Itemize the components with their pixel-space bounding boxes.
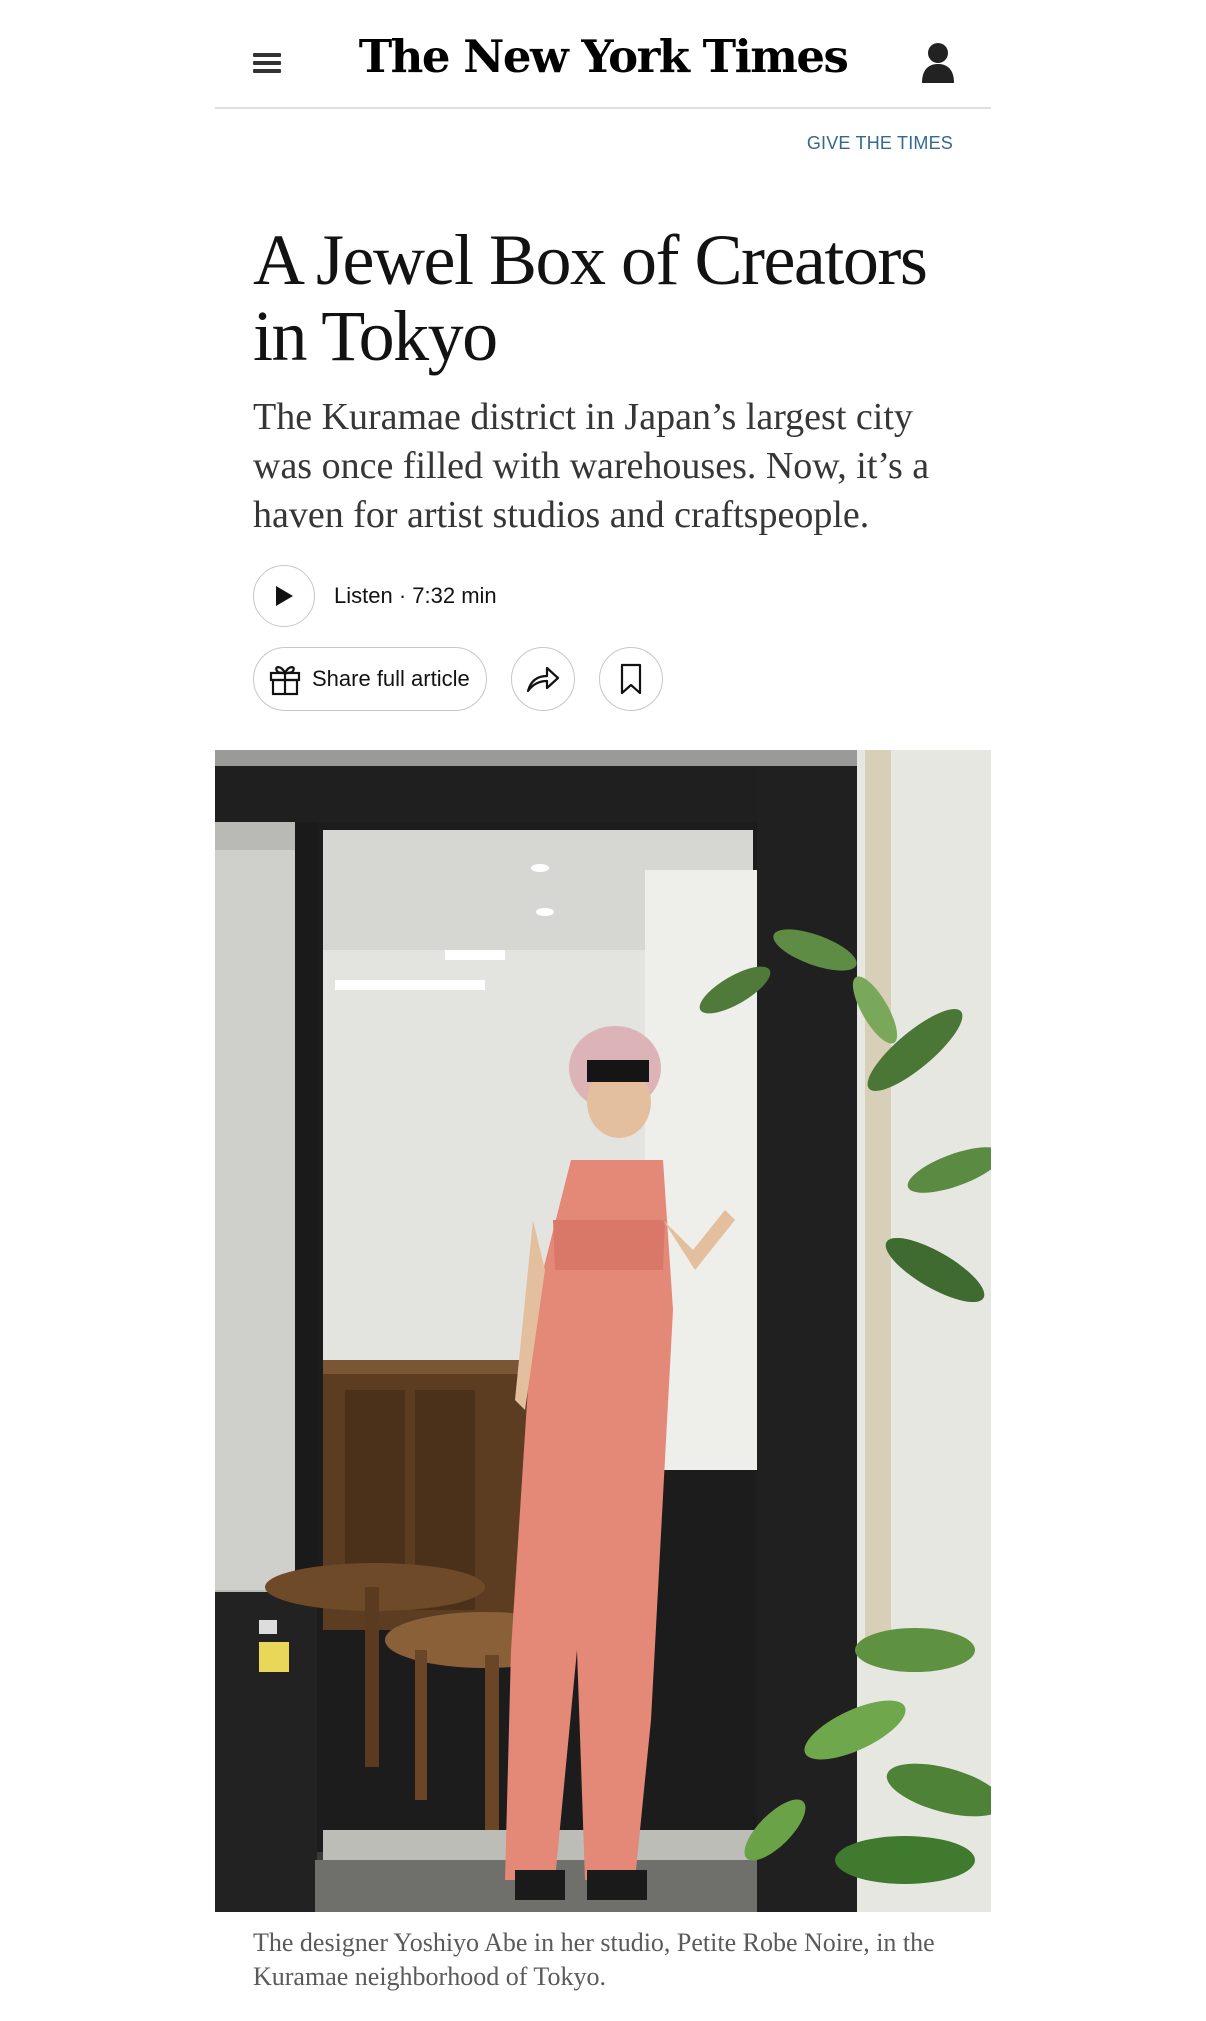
masthead: The New York Times — [215, 0, 991, 109]
share-arrow-icon — [526, 666, 559, 693]
article-column: The New York Times GIVE THE TIMES A Jewe… — [215, 0, 991, 2021]
user-account-icon[interactable] — [921, 42, 955, 84]
share-toolbar: Share full article — [253, 647, 663, 711]
bookmark-button[interactable] — [598, 647, 663, 711]
play-icon — [276, 586, 293, 606]
photo-caption: The designer Yoshiyo Abe in her studio, … — [253, 1928, 935, 1991]
play-button[interactable] — [253, 565, 315, 627]
article-summary: The Kuramae district in Japan’s largest … — [253, 396, 930, 536]
gift-icon — [269, 666, 301, 696]
article-photo — [215, 750, 991, 1912]
listen-row: Listen · 7:32 min — [253, 565, 497, 627]
share-full-article-label: Share full article — [312, 666, 470, 691]
listen-duration[interactable]: Listen · 7:32 min — [334, 583, 497, 609]
article-headline: A Jewel Box of Creators in Tokyo — [253, 220, 928, 376]
share-button[interactable] — [510, 647, 575, 711]
nyt-logo[interactable]: The New York Times — [215, 30, 991, 83]
share-full-article-button[interactable]: Share full article — [253, 647, 487, 711]
bookmark-icon — [620, 663, 641, 695]
give-the-times-link[interactable]: GIVE THE TIMES — [807, 133, 953, 154]
